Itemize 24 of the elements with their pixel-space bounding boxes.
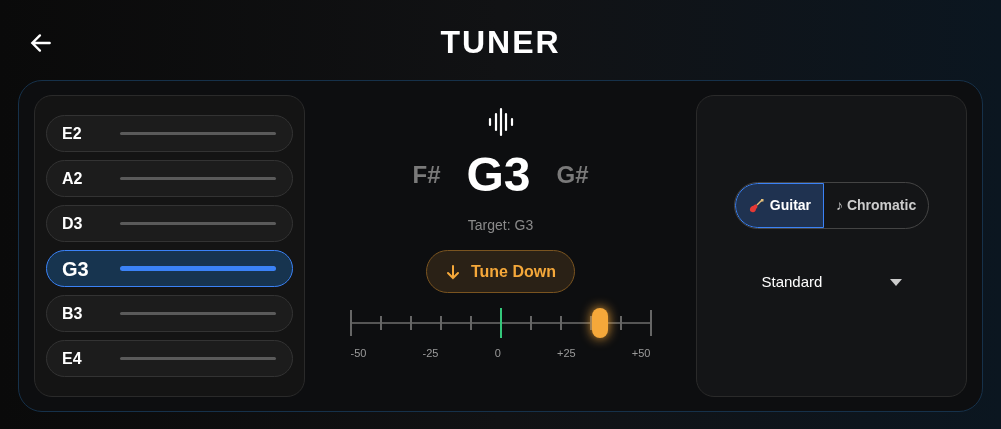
target-label: Target: G3 — [467, 216, 534, 235]
string-item[interactable]: E2 — [46, 115, 293, 152]
string-item[interactable]: G3 — [46, 250, 293, 287]
page-title: TUNER — [440, 23, 561, 62]
cents-label: -25 — [422, 346, 439, 361]
string-item[interactable]: D3 — [46, 205, 293, 242]
dropdown-caret-icon — [889, 278, 902, 286]
detected-note: G3 — [466, 151, 531, 199]
cents-label: -50 — [350, 346, 367, 361]
flat-neighbor-note: F# — [412, 160, 441, 190]
guitar-icon — [747, 197, 764, 214]
cents-label: +25 — [556, 346, 576, 361]
string-item[interactable]: B3 — [46, 295, 293, 332]
string-item[interactable]: A2 — [46, 160, 293, 197]
tune-down-button[interactable]: Tune Down — [426, 250, 575, 293]
string-item[interactable]: E4 — [46, 340, 293, 377]
tuning-dropdown[interactable]: Standard — [761, 271, 902, 294]
down-arrow-icon — [445, 263, 461, 280]
sound-wave-icon — [486, 107, 515, 137]
mode-tab[interactable]: ♪ Chromatic — [824, 183, 929, 228]
cents-label: +50 — [631, 346, 651, 361]
cents-label: 0 — [494, 346, 501, 361]
sharp-neighbor-note: G# — [556, 160, 589, 190]
mode-tab[interactable]: Guitar — [734, 183, 825, 228]
